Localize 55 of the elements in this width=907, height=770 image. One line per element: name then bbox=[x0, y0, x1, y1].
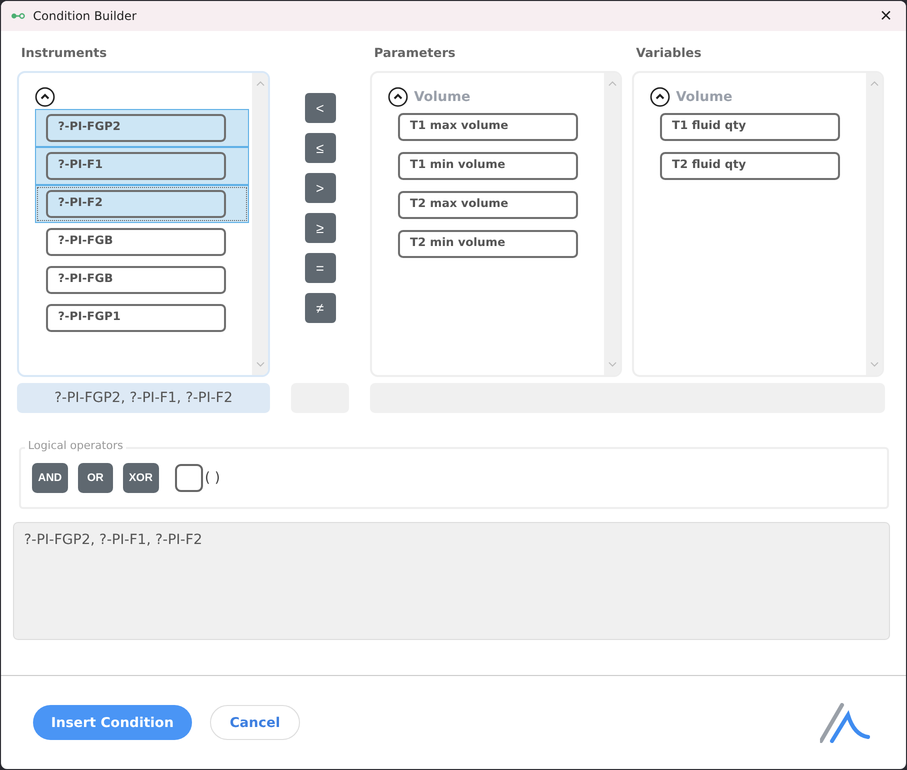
instrument-row[interactable]: ?-PI-FGB bbox=[35, 223, 249, 261]
operator-button[interactable]: > bbox=[304, 173, 336, 203]
selection-field: ?-PI-FGP2, ?-PI-F1, ?-PI-F2 bbox=[17, 383, 270, 413]
scroll-down-icon[interactable] bbox=[256, 362, 264, 367]
cancel-button[interactable]: Cancel bbox=[210, 705, 300, 740]
variable-chip[interactable]: T1 fluid qty bbox=[660, 113, 840, 141]
group-label: Volume bbox=[676, 89, 732, 105]
operator-button[interactable]: ≠ bbox=[304, 293, 336, 323]
parameter-chip[interactable]: T1 min volume bbox=[398, 152, 578, 180]
section-heading: Variables bbox=[635, 45, 702, 62]
parameter-chip[interactable]: T2 min volume bbox=[398, 230, 578, 258]
group-label: Volume bbox=[414, 89, 470, 105]
instrument-chip[interactable]: ?-PI-FGP1 bbox=[46, 304, 226, 332]
instrument-row[interactable]: ?-PI-F2 bbox=[35, 185, 249, 223]
scroll-down-icon[interactable] bbox=[608, 362, 616, 367]
instrument-chip[interactable]: ?-PI-FGP2 bbox=[46, 114, 226, 142]
instrument-chip[interactable]: ?-PI-FGB bbox=[46, 228, 226, 256]
instrument-chip[interactable]: ?-PI-F1 bbox=[46, 152, 226, 180]
variable-chip[interactable]: T2 fluid qty bbox=[660, 152, 840, 180]
collapse-icon[interactable] bbox=[388, 87, 408, 107]
scroll-up-icon[interactable] bbox=[608, 81, 616, 86]
operator-button[interactable]: ≥ bbox=[304, 213, 336, 243]
section-heading: Parameters bbox=[373, 45, 456, 62]
operator-button[interactable]: ≤ bbox=[304, 133, 336, 163]
scrollbar[interactable] bbox=[252, 73, 268, 375]
collapse-icon[interactable] bbox=[35, 87, 55, 107]
scrollbar[interactable] bbox=[866, 73, 882, 375]
parameter-chip[interactable]: T2 max volume bbox=[398, 191, 578, 219]
logic-button[interactable]: XOR bbox=[122, 463, 159, 493]
checkbox[interactable] bbox=[174, 464, 203, 492]
section-heading: Instruments bbox=[20, 45, 108, 62]
logic-button[interactable]: OR bbox=[78, 463, 113, 493]
checkbox-label: ( ) bbox=[204, 470, 220, 486]
scroll-up-icon[interactable] bbox=[256, 81, 264, 86]
logo-icon bbox=[820, 702, 870, 742]
logic-button[interactable]: AND bbox=[32, 463, 68, 493]
insert-condition-button[interactable]: Insert Condition bbox=[33, 705, 192, 740]
operator-button[interactable]: < bbox=[304, 93, 336, 123]
instrument-row[interactable]: ?-PI-F1 bbox=[35, 147, 249, 185]
instrument-chip[interactable]: ?-PI-FGB bbox=[46, 266, 226, 294]
instrument-row[interactable]: ?-PI-FGB bbox=[35, 261, 249, 299]
expression-field[interactable]: ?-PI-FGP2, ?-PI-F1, ?-PI-F2 bbox=[13, 522, 890, 640]
link-icon bbox=[11, 12, 25, 20]
close-button[interactable]: × bbox=[866, 1, 906, 31]
parameter-chip[interactable]: T1 max volume bbox=[398, 113, 578, 141]
instrument-row[interactable]: ?-PI-FGP1 bbox=[35, 299, 249, 337]
panel-legend: Logical operators bbox=[25, 439, 126, 452]
instrument-chip[interactable]: ?-PI-F2 bbox=[46, 190, 226, 218]
scroll-down-icon[interactable] bbox=[870, 362, 878, 367]
window-title: Condition Builder bbox=[33, 9, 137, 23]
collapse-icon[interactable] bbox=[650, 87, 670, 107]
operator-button[interactable]: = bbox=[304, 253, 336, 283]
scrollbar[interactable] bbox=[604, 73, 620, 375]
instrument-row[interactable]: ?-PI-FGP2 bbox=[35, 109, 249, 147]
scroll-up-icon[interactable] bbox=[870, 81, 878, 86]
